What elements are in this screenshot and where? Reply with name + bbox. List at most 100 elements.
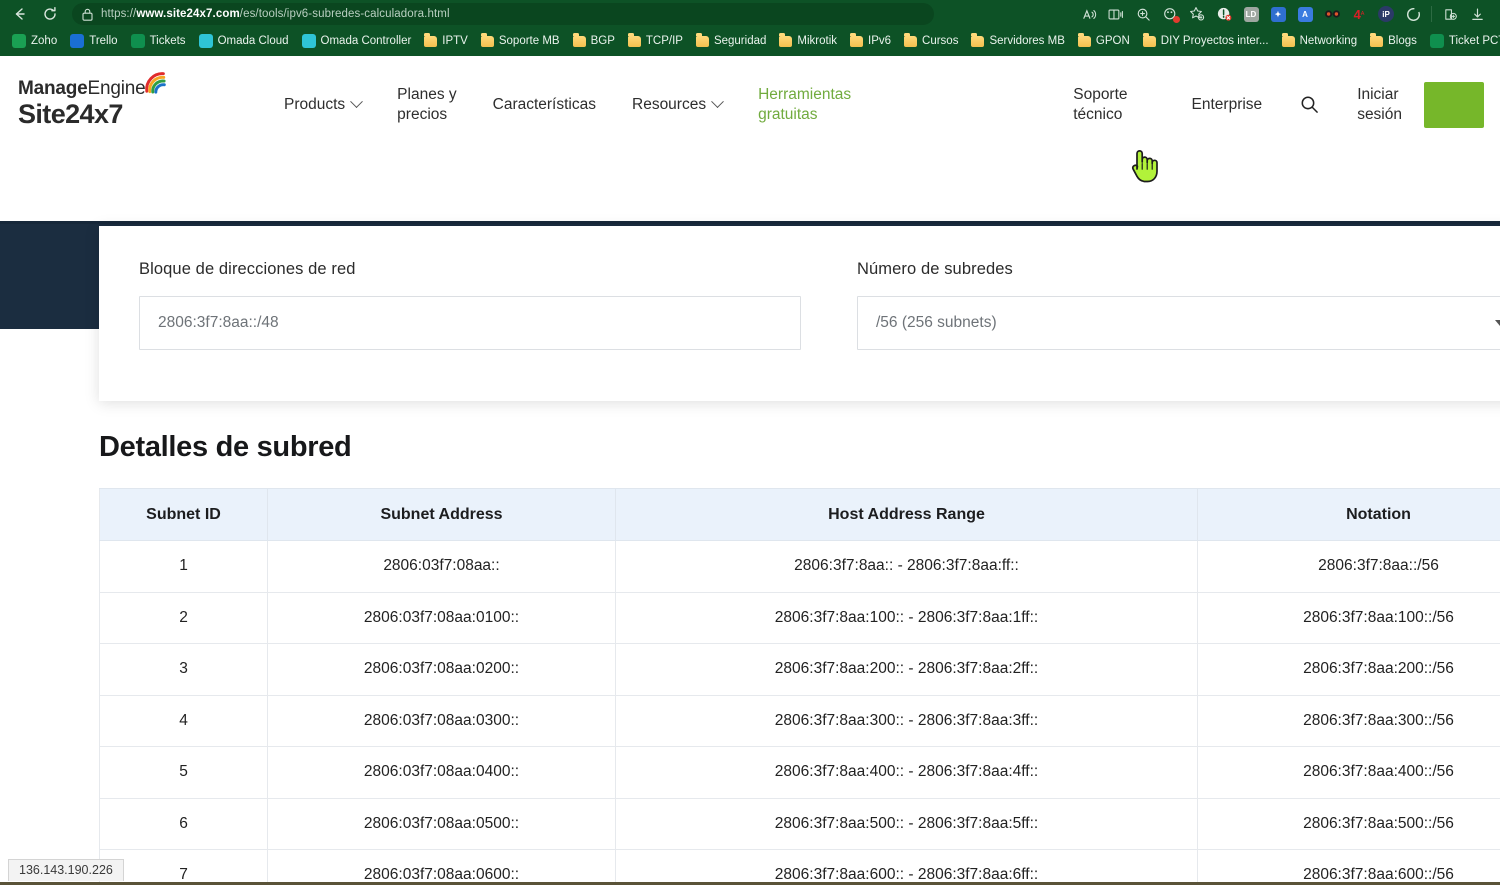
- site-logo[interactable]: ManageEngine Site24x7: [16, 79, 266, 130]
- bookmark-item[interactable]: Omada Controller: [296, 32, 418, 50]
- nav-item-soporte-tecnico[interactable]: Soporte técnico: [1055, 85, 1145, 125]
- nav-item-herramientas-gratuitas[interactable]: Herramientas gratuitas: [740, 85, 869, 125]
- bookmark-item[interactable]: GPON: [1072, 33, 1136, 49]
- bookmark-item[interactable]: Trello: [64, 32, 123, 50]
- bookmark-item[interactable]: Networking: [1276, 33, 1364, 49]
- folder-icon: [1370, 36, 1383, 47]
- read-aloud-icon[interactable]: [1076, 2, 1102, 26]
- bookmark-item[interactable]: Zoho: [6, 32, 63, 50]
- bookmark-item[interactable]: Servidores MB: [965, 33, 1070, 49]
- cell-notation: 2806:3f7:8aa:300::/56: [1198, 695, 1500, 747]
- subnet-count-label: Número de subredes: [857, 260, 1500, 279]
- cell-notation: 2806:3f7:8aa:500::/56: [1198, 798, 1500, 850]
- table-row: 62806:03f7:08aa:0500::2806:3f7:8aa:500::…: [100, 798, 1500, 850]
- cell-id: 3: [100, 644, 268, 696]
- table-row: 72806:03f7:08aa:0600::2806:3f7:8aa:600::…: [100, 850, 1500, 885]
- bookmarks-bar: Zoho Trello Tickets Omada CloudOmada Contro…: [0, 28, 1500, 54]
- nav-item-planes-y-precios[interactable]: Planes y precios: [379, 85, 474, 125]
- chevron-down-icon: [350, 95, 363, 108]
- bookmark-label: Tickets: [150, 35, 186, 47]
- signup-button[interactable]: [1424, 82, 1484, 128]
- cell-range: 2806:3f7:8aa:600:: - 2806:3f7:8aa:6ff::: [616, 850, 1198, 885]
- grammarly-icon[interactable]: [1400, 2, 1426, 26]
- lastpass-icon[interactable]: LD: [1238, 2, 1264, 26]
- bookmark-item[interactable]: Omada Cloud: [193, 32, 295, 50]
- subnet-count-select[interactable]: [857, 296, 1500, 350]
- subnet-count-field: Número de subredes: [857, 260, 1500, 361]
- downloads-icon[interactable]: [1464, 2, 1490, 26]
- bookmark-label: DIY Proyectos inter...: [1161, 35, 1269, 47]
- ip-extension-icon[interactable]: iP: [1373, 2, 1399, 26]
- subnet-count-select-wrap: [857, 296, 1500, 350]
- table-row: 42806:03f7:08aa:0300::2806:3f7:8aa:300::…: [100, 695, 1500, 747]
- bookmark-label: IPv6: [868, 35, 891, 47]
- nav-label: Características: [493, 95, 596, 115]
- cell-range: 2806:3f7:8aa:100:: - 2806:3f7:8aa:1ff::: [616, 592, 1198, 644]
- browser-essentials-icon[interactable]: [1437, 2, 1463, 26]
- login-link[interactable]: Iniciar sesión: [1339, 85, 1410, 125]
- nav-label: Resources: [632, 95, 706, 115]
- nav-label: Products: [284, 95, 345, 115]
- subnet-details-table: Subnet IDSubnet AddressHost Address Rang…: [99, 488, 1500, 885]
- bookmark-label: Networking: [1300, 35, 1358, 47]
- network-block-input[interactable]: [139, 296, 801, 350]
- folder-icon: [904, 36, 917, 47]
- bookmark-item[interactable]: Soporte MB: [475, 33, 566, 49]
- table-header-row: Subnet IDSubnet AddressHost Address Rang…: [100, 489, 1500, 541]
- table-row: 52806:03f7:08aa:0400::2806:3f7:8aa:400::…: [100, 747, 1500, 799]
- folder-icon: [850, 36, 863, 47]
- nav-item-resources[interactable]: Resources: [614, 95, 740, 115]
- bookmark-item[interactable]: TCP/IP: [622, 33, 689, 49]
- refresh-icon[interactable]: [36, 2, 64, 26]
- table-row: 12806:03f7:08aa::2806:3f7:8aa:: - 2806:3…: [100, 541, 1500, 593]
- extension-blocked-icon[interactable]: [1211, 2, 1237, 26]
- bookmark-label: Seguridad: [714, 35, 766, 47]
- fourth-extension-icon[interactable]: 4ᴬ: [1346, 2, 1372, 26]
- bitwarden-icon[interactable]: ✦: [1265, 2, 1291, 26]
- bookmark-item[interactable]: Cursos: [898, 33, 964, 49]
- calculator-form-card: Bloque de direcciones de red Número de s…: [99, 226, 1500, 401]
- column-header: Subnet Address: [268, 489, 616, 541]
- cell-notation: 2806:3f7:8aa:200::/56: [1198, 644, 1500, 696]
- cell-range: 2806:3f7:8aa:200:: - 2806:3f7:8aa:2ff::: [616, 644, 1198, 696]
- nav-item-products[interactable]: Products: [266, 95, 379, 115]
- table-body: 12806:03f7:08aa::2806:3f7:8aa:: - 2806:3…: [100, 541, 1500, 885]
- cell-range: 2806:3f7:8aa:500:: - 2806:3f7:8aa:5ff::: [616, 798, 1198, 850]
- bookmark-label: GPON: [1096, 35, 1130, 47]
- cell-notation: 2806:3f7:8aa:600::/56: [1198, 850, 1500, 885]
- immersive-reader-icon[interactable]: [1103, 2, 1129, 26]
- bookmark-item[interactable]: Ticket PCTV: [1424, 32, 1500, 50]
- translate-icon[interactable]: A: [1292, 2, 1318, 26]
- address-bar[interactable]: https://www.site24x7.com/es/tools/ipv6-s…: [72, 3, 934, 25]
- logo-product: Site24x7: [18, 100, 266, 130]
- cell-id: 2: [100, 592, 268, 644]
- bookmark-item[interactable]: Seguridad: [690, 33, 772, 49]
- folder-icon: [573, 36, 586, 47]
- collections-icon[interactable]: [1157, 2, 1183, 26]
- browser-toolbar: https://www.site24x7.com/es/tools/ipv6-s…: [0, 0, 1500, 28]
- bookmark-label: BGP: [591, 35, 615, 47]
- cell-range: 2806:3f7:8aa:400:: - 2806:3f7:8aa:4ff::: [616, 747, 1198, 799]
- bookmark-item[interactable]: Mikrotik: [773, 33, 843, 49]
- glasses-extension-icon[interactable]: [1319, 2, 1345, 26]
- bookmark-label: TCP/IP: [646, 35, 683, 47]
- bookmark-item[interactable]: IPv6: [844, 33, 897, 49]
- cell-address: 2806:03f7:08aa::: [268, 541, 616, 593]
- nav-item-enterprise[interactable]: Enterprise: [1146, 95, 1281, 115]
- bookmark-item[interactable]: Blogs: [1364, 33, 1423, 49]
- bookmark-item[interactable]: Tickets: [125, 32, 192, 50]
- cell-address: 2806:03f7:08aa:0600::: [268, 850, 616, 885]
- search-icon[interactable]: [1280, 95, 1339, 114]
- bookmark-label: Zoho: [31, 35, 57, 47]
- site-favicon-icon: [1430, 34, 1444, 48]
- bookmark-item[interactable]: DIY Proyectos inter...: [1137, 33, 1275, 49]
- collections-badge: [1173, 16, 1180, 23]
- bookmark-item[interactable]: IPTV: [418, 33, 474, 49]
- nav-item-caracter-sticas[interactable]: Características: [475, 95, 614, 115]
- zoom-icon[interactable]: [1130, 2, 1156, 26]
- bookmark-item[interactable]: BGP: [567, 33, 621, 49]
- add-favorite-icon[interactable]: [1184, 2, 1210, 26]
- site-header: ManageEngine Site24x7 Products Planes y p…: [0, 56, 1500, 153]
- back-arrow-icon[interactable]: [6, 2, 34, 26]
- rainbow-arc-icon: [144, 70, 168, 94]
